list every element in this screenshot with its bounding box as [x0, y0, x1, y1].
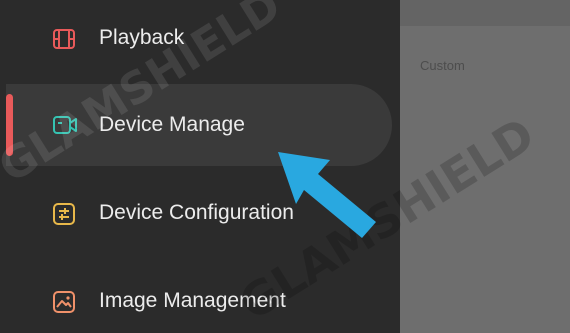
annotation-arrow: [278, 152, 376, 238]
